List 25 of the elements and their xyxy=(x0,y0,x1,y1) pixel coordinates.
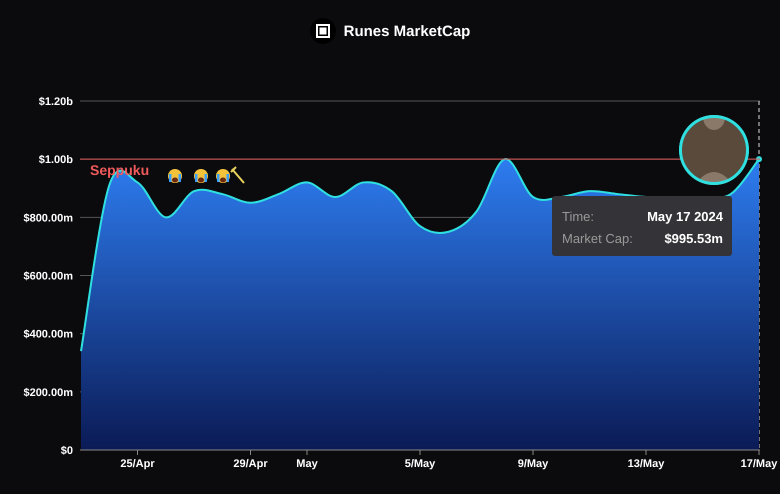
x-axis-label: 13/May xyxy=(628,458,664,470)
tooltip-label: Time: xyxy=(562,209,594,224)
tooltip-value: $995.53m xyxy=(664,231,723,246)
x-axis-label: May xyxy=(296,458,318,470)
annotation-label: Seppuku xyxy=(90,162,150,178)
avatar xyxy=(679,115,749,185)
y-axis-label: $1.20b xyxy=(38,96,73,108)
x-axis-label: 17/May xyxy=(740,458,778,470)
y-axis-label: $400.00m xyxy=(23,328,73,341)
y-axis-label: $800.00m xyxy=(23,212,73,224)
y-axis-label: $200.00m xyxy=(23,386,73,399)
x-axis-label: 29/Apr xyxy=(233,458,268,470)
tooltip-label: Market Cap: xyxy=(562,231,633,246)
crying-face-icon xyxy=(168,169,182,183)
y-axis-label: $1.00b xyxy=(38,154,73,166)
x-axis-label: 25/Apr xyxy=(120,458,155,470)
y-axis-label: $0 xyxy=(60,445,73,457)
x-axis-label: 9/May xyxy=(518,458,548,470)
tooltip-value: May 17 2024 xyxy=(647,209,723,224)
y-axis-label: $600.00m xyxy=(23,270,73,282)
chart-title: Runes MarketCap xyxy=(344,22,470,40)
crying-face-icon xyxy=(194,169,208,183)
square-logo-icon xyxy=(310,18,336,44)
x-axis-label: 5/May xyxy=(404,458,436,470)
crying-face-icon xyxy=(216,169,230,183)
